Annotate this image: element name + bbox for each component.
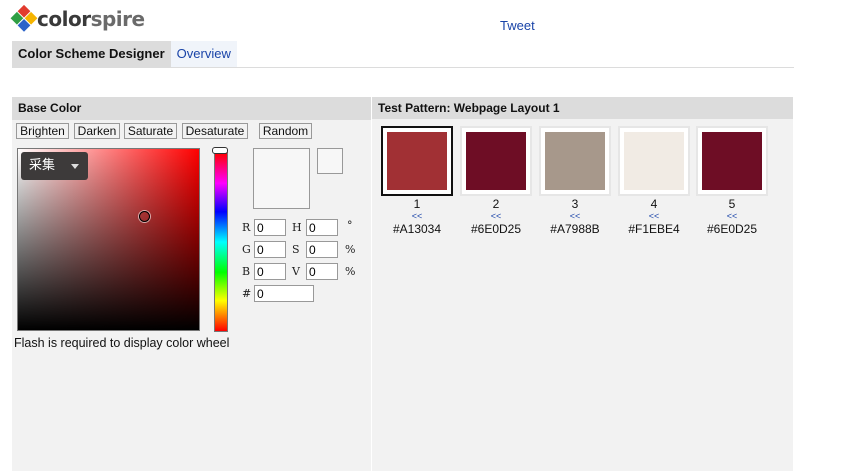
- swatch-hex: #6E0D25: [706, 222, 758, 236]
- swatch-hex: #6E0D25: [470, 222, 522, 236]
- swatch-number: 4: [650, 197, 658, 211]
- hue-slider-handle[interactable]: [212, 147, 228, 154]
- tab-overview[interactable]: Overview: [170, 41, 237, 67]
- flash-required-message: Flash is required to display color wheel: [14, 336, 230, 350]
- hex-label: #: [242, 287, 252, 300]
- chevron-down-icon: [71, 164, 79, 169]
- s-unit: %: [345, 243, 356, 256]
- swatch-color-chip[interactable]: [466, 132, 526, 190]
- scheme-swatch-4[interactable]: 4 << #F1EBE4: [618, 126, 690, 236]
- swatch-frame: [381, 126, 453, 196]
- picker-mode-dropdown[interactable]: 采集: [21, 152, 88, 180]
- base-color-panel: Base Color Brighten Darken Saturate Desa…: [12, 97, 371, 471]
- swatch-number: 3: [571, 197, 579, 211]
- brighten-button[interactable]: Brighten: [16, 123, 69, 139]
- scheme-swatch-3[interactable]: 3 << #A7988B: [539, 126, 611, 236]
- test-pattern-panel: Test Pattern: Webpage Layout 1 1 << #A13…: [372, 97, 793, 471]
- g-label: G: [242, 243, 251, 256]
- tab-color-scheme-designer[interactable]: Color Scheme Designer: [12, 41, 171, 67]
- random-button[interactable]: Random: [259, 123, 312, 139]
- darken-button[interactable]: Darken: [74, 123, 120, 139]
- r-input[interactable]: [254, 219, 286, 236]
- saturation-value-picker[interactable]: 采集: [17, 148, 200, 331]
- colorspire-logo[interactable]: colorspire: [10, 4, 145, 32]
- swatch-number: 2: [492, 197, 500, 211]
- b-label: B: [242, 265, 251, 278]
- swatch-frame: [618, 126, 690, 196]
- set-base-arrows[interactable]: <<: [460, 211, 532, 221]
- scheme-swatch-5[interactable]: 5 << #6E0D25: [696, 126, 768, 236]
- swatch-frame: [460, 126, 532, 196]
- previous-color-swatch: [317, 148, 343, 174]
- tweet-link[interactable]: Tweet: [500, 18, 535, 33]
- swatch-number: 5: [728, 197, 736, 211]
- h-label: H: [292, 221, 302, 234]
- v-unit: %: [345, 265, 356, 278]
- hex-input[interactable]: [254, 285, 314, 302]
- swatch-hex: #A13034: [392, 222, 442, 236]
- s-label: S: [292, 243, 300, 256]
- v-label: V: [292, 265, 300, 278]
- swatch-hex: #F1EBE4: [628, 222, 680, 236]
- h-input[interactable]: [306, 219, 338, 236]
- set-base-arrows[interactable]: <<: [539, 211, 611, 221]
- swatch-color-chip[interactable]: [702, 132, 762, 190]
- base-color-heading: Base Color: [12, 97, 371, 120]
- main-tabs: Color Scheme Designer Overview: [12, 41, 237, 67]
- r-label: R: [242, 221, 251, 234]
- b-input[interactable]: [254, 263, 286, 280]
- set-base-arrows[interactable]: <<: [381, 211, 453, 221]
- picker-cursor-handle[interactable]: [139, 211, 150, 222]
- swatch-frame: [696, 126, 768, 196]
- scheme-swatch-1[interactable]: 1 << #A13034: [381, 126, 453, 236]
- hue-slider[interactable]: [214, 152, 228, 332]
- logo-diamond-icon: [10, 4, 38, 33]
- current-color-swatch: [253, 148, 310, 209]
- swatch-number: 1: [413, 197, 421, 211]
- swatch-color-chip[interactable]: [545, 132, 605, 190]
- swatch-color-chip[interactable]: [624, 132, 684, 190]
- swatch-color-chip[interactable]: [387, 132, 447, 190]
- h-unit: °: [347, 219, 353, 232]
- tabs-divider: [12, 67, 794, 68]
- swatch-hex: #A7988B: [550, 222, 600, 236]
- g-input[interactable]: [254, 241, 286, 258]
- desaturate-button[interactable]: Desaturate: [182, 123, 248, 139]
- test-pattern-heading: Test Pattern: Webpage Layout 1: [372, 97, 793, 119]
- set-base-arrows[interactable]: <<: [696, 211, 768, 221]
- v-input[interactable]: [306, 263, 338, 280]
- scheme-swatch-2[interactable]: 2 << #6E0D25: [460, 126, 532, 236]
- swatch-frame: [539, 126, 611, 196]
- set-base-arrows[interactable]: <<: [618, 211, 690, 221]
- s-input[interactable]: [306, 241, 338, 258]
- saturate-button[interactable]: Saturate: [124, 123, 177, 139]
- logo-wordmark: colorspire: [37, 7, 145, 31]
